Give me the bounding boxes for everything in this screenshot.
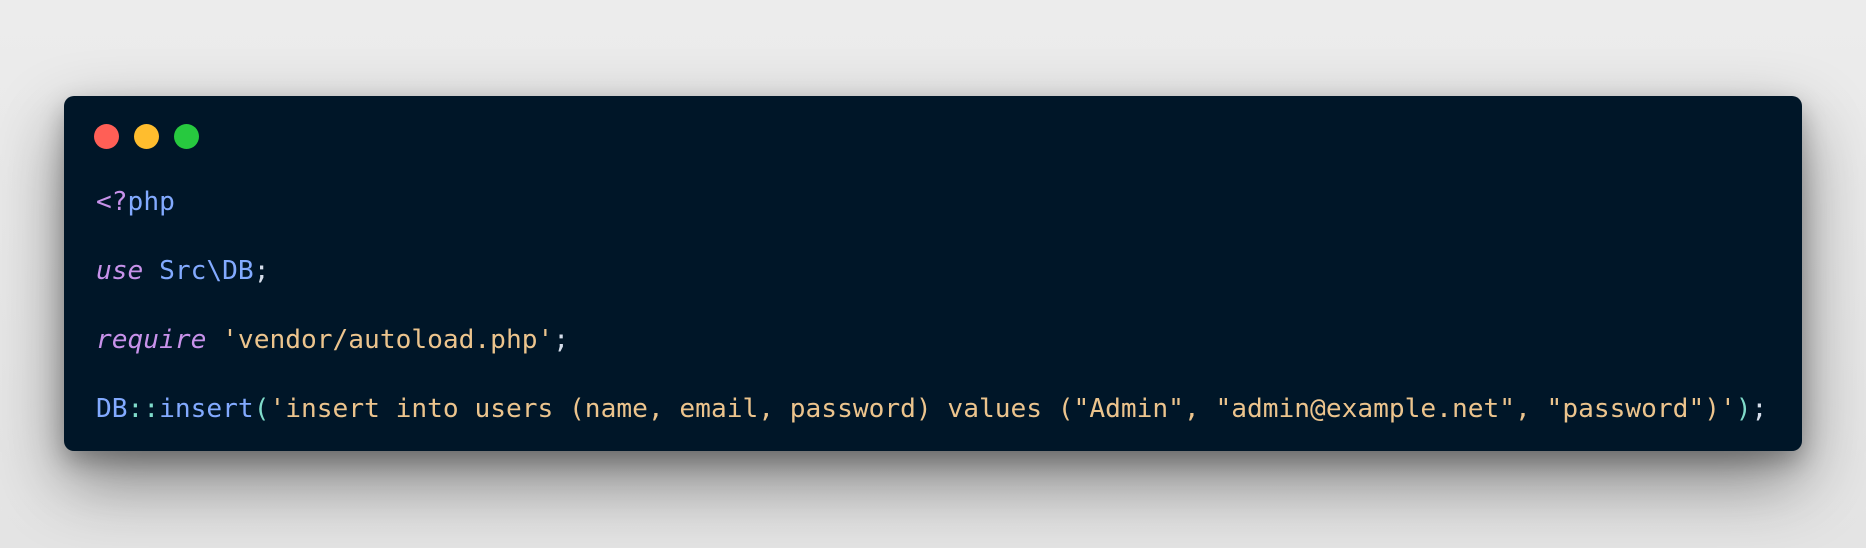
code-line-2: use Src\DB; [96, 237, 1767, 306]
statement-end: ; [553, 325, 570, 355]
window-controls [94, 124, 214, 149]
require-path-string: 'vendor/autoload.php' [222, 325, 554, 355]
code-line-1: <?php [96, 168, 1767, 237]
code-line-4: DB::insert('insert into users (name, ema… [96, 375, 1767, 444]
class-name: DB [96, 394, 128, 424]
code-window: <?php use Src\DB; require 'vendor/autoload… [64, 96, 1802, 451]
use-keyword: use [96, 256, 144, 286]
minimize-button[interactable] [134, 124, 159, 149]
zoom-button[interactable] [174, 124, 199, 149]
close-button[interactable] [94, 124, 119, 149]
code-block: <?php use Src\DB; require 'vendor/autoload… [96, 168, 1767, 444]
code-line-3: require 'vendor/autoload.php'; [96, 306, 1767, 375]
scope-operator: :: [127, 394, 160, 424]
open-paren: ( [253, 394, 270, 424]
sql-string: 'insert into users (name, email, passwor… [269, 394, 1736, 424]
statement-end: ; [253, 256, 270, 286]
close-paren: ) [1735, 394, 1752, 424]
php-open-tag: <? [96, 187, 128, 217]
statement-end: ; [1751, 394, 1768, 424]
namespace-name: Src\DB [159, 256, 254, 286]
method-name: insert [159, 394, 254, 424]
php-tag-name: php [127, 187, 175, 217]
require-keyword: require [96, 325, 207, 355]
